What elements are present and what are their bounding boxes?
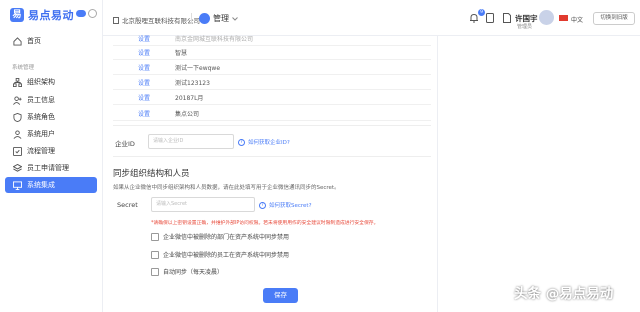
row-value: 测试123123 bbox=[175, 80, 210, 87]
checkbox-label: 企业微信中被删除的部门在资产系统中同步禁用 bbox=[163, 234, 290, 241]
table-row: 设置 测试一下ewqwe bbox=[113, 61, 431, 75]
table-row: 设置 集点公司 bbox=[113, 107, 431, 121]
chevron-down-icon bbox=[232, 16, 238, 21]
help-icon: ? bbox=[259, 201, 266, 209]
enterprise-id-help-text: 如何获取企业ID? bbox=[248, 140, 290, 146]
sync-option-auto[interactable]: 自动同步（每天凌晨） bbox=[151, 267, 223, 276]
sidebar-item-label: 员工申请管理 bbox=[27, 164, 69, 172]
logo[interactable]: 易 易点易动 bbox=[10, 7, 74, 23]
flow-icon bbox=[12, 146, 22, 156]
monitor-icon bbox=[12, 180, 22, 190]
user-role: 管理员 bbox=[517, 24, 533, 30]
table-row: 设置 智慧 bbox=[113, 46, 431, 60]
phone-icon[interactable] bbox=[486, 13, 494, 23]
sidebar-item-label: 首页 bbox=[27, 37, 41, 45]
sidebar-item-applications[interactable]: 员工申请管理 bbox=[5, 160, 97, 176]
notification-badge: 9 bbox=[478, 9, 485, 16]
row-settings-link[interactable]: 设置 bbox=[113, 34, 175, 43]
stack-icon bbox=[12, 163, 22, 173]
sidebar-item-label: 员工信息 bbox=[27, 96, 55, 104]
switch-old-version-button[interactable]: 切换到旧版 bbox=[593, 12, 635, 25]
logo-mark: 易 bbox=[10, 8, 24, 22]
management-label: 管理 bbox=[213, 14, 229, 23]
secret-input[interactable]: 请输入Secret bbox=[151, 197, 255, 212]
management-dropdown[interactable]: 管理 bbox=[199, 13, 238, 24]
document-icon[interactable] bbox=[503, 13, 511, 23]
sidebar-item-integration[interactable]: 系统集成 bbox=[5, 177, 97, 193]
section-divider bbox=[113, 125, 431, 126]
save-button[interactable]: 保存 bbox=[263, 288, 298, 303]
watermark: 头条 @易点易动 bbox=[514, 286, 614, 302]
sidebar-item-label: 组织架构 bbox=[27, 78, 55, 86]
sidebar: 易 易点易动 首页 系统管理 组织架构 员工信息 系统角色 系统用户 流程管理 … bbox=[0, 0, 103, 312]
main-panel: 设置 南京金网城互联科技有限公司 设置 智慧 设置 测试一下ewqwe 设置 测… bbox=[103, 36, 437, 312]
checkbox[interactable] bbox=[151, 267, 159, 276]
row-settings-link[interactable]: 设置 bbox=[113, 63, 175, 72]
help-icon: ? bbox=[238, 138, 245, 146]
language-selector[interactable]: 中文 bbox=[571, 15, 583, 24]
sidebar-item-workflow[interactable]: 流程管理 bbox=[5, 143, 97, 159]
org-icon bbox=[12, 77, 22, 87]
home-icon bbox=[12, 36, 22, 46]
enterprise-id-input[interactable]: 请输入企业ID bbox=[148, 134, 234, 149]
header-divider bbox=[191, 13, 192, 24]
sync-option-staff[interactable]: 企业微信中被删除的员工在资产系统中同步禁用 bbox=[151, 250, 289, 259]
sync-option-dept[interactable]: 企业微信中被删除的部门在资产系统中同步禁用 bbox=[151, 232, 289, 241]
checkbox-label: 自动同步（每天凌晨） bbox=[163, 269, 224, 276]
secret-help-link[interactable]: ? 如何获取Secret? bbox=[259, 201, 312, 209]
checkbox-label: 企业微信中被删除的员工在资产系统中同步禁用 bbox=[163, 252, 290, 259]
theme-toggle[interactable] bbox=[76, 10, 86, 17]
company-name: 北京殷哩互联科技有限公司 bbox=[122, 17, 200, 25]
sidebar-item-label: 系统角色 bbox=[27, 113, 55, 121]
top-header: 北京殷哩互联科技有限公司 管理 9 许国宇 管理员 中文 切换到旧版 bbox=[103, 0, 640, 36]
sync-section-title: 同步组织结构和人员 bbox=[113, 169, 190, 179]
row-value: 20187L月 bbox=[175, 95, 204, 102]
sidebar-item-users[interactable]: 系统用户 bbox=[5, 126, 97, 142]
table-row: 设置 测试123123 bbox=[113, 76, 431, 90]
row-settings-link[interactable]: 设置 bbox=[113, 78, 175, 87]
user-plus-icon bbox=[12, 95, 22, 105]
sidebar-item-label: 系统用户 bbox=[27, 130, 55, 138]
right-panel bbox=[437, 36, 640, 312]
avatar[interactable] bbox=[539, 10, 554, 25]
sidebar-item-label: 系统集成 bbox=[27, 181, 55, 189]
row-settings-link[interactable]: 设置 bbox=[113, 48, 175, 57]
row-value: 南京金网城互联科技有限公司 bbox=[175, 36, 254, 43]
bell-icon[interactable] bbox=[469, 13, 479, 23]
row-value: 集点公司 bbox=[175, 111, 200, 118]
sidebar-item-employees[interactable]: 员工信息 bbox=[5, 92, 97, 108]
row-settings-link[interactable]: 设置 bbox=[113, 93, 175, 102]
sidebar-item-home[interactable]: 首页 bbox=[5, 33, 97, 49]
section-divider bbox=[113, 156, 431, 157]
row-value: 测试一下ewqwe bbox=[175, 65, 221, 72]
company-selector[interactable]: 北京殷哩互联科技有限公司 bbox=[113, 15, 200, 25]
shield-icon bbox=[12, 112, 22, 122]
sidebar-item-org[interactable]: 组织架构 bbox=[5, 74, 97, 90]
secret-help-text: 如何获取Secret? bbox=[269, 203, 312, 209]
row-settings-link[interactable]: 设置 bbox=[113, 109, 175, 118]
checkbox[interactable] bbox=[151, 250, 159, 259]
table-row: 设置 南京金网城互联科技有限公司 bbox=[113, 32, 431, 46]
sidebar-item-roles[interactable]: 系统角色 bbox=[5, 109, 97, 125]
china-flag-icon bbox=[559, 15, 568, 21]
collapse-icon[interactable] bbox=[88, 9, 97, 18]
warning-text: *请确保以上密钥设置正确，并维护外部IP访问权限。若未将使用用作的安全建议时限制… bbox=[151, 221, 379, 226]
enterprise-id-label: 企业ID bbox=[115, 140, 135, 148]
table-row: 设置 20187L月 bbox=[113, 91, 431, 105]
secret-label: Secret bbox=[117, 201, 138, 209]
building-icon bbox=[113, 16, 119, 24]
sidebar-item-label: 流程管理 bbox=[27, 147, 55, 155]
management-icon bbox=[199, 13, 210, 24]
enterprise-id-help-link[interactable]: ? 如何获取企业ID? bbox=[238, 138, 290, 146]
sidebar-section-label: 系统管理 bbox=[12, 65, 35, 71]
logo-text: 易点易动 bbox=[28, 9, 74, 22]
row-value: 智慧 bbox=[175, 50, 188, 57]
sync-section-description: 如果从企业微信中同步组织架构和人员数据，请在此处填写用于企业微信通讯同步的Sec… bbox=[113, 185, 340, 191]
checkbox[interactable] bbox=[151, 232, 159, 241]
user-icon bbox=[12, 129, 22, 139]
